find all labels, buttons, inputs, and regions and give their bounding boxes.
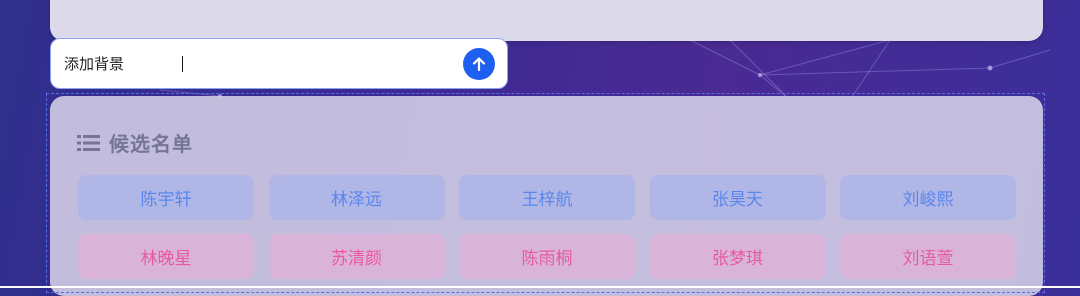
send-button[interactable] (463, 48, 495, 80)
candidate-list-header: 候选名单 (77, 128, 193, 157)
background-input-box[interactable] (50, 38, 508, 89)
list-icon (77, 134, 100, 151)
candidate-chip-male[interactable]: 张昊天 (649, 175, 826, 220)
candidate-chip-female[interactable]: 张梦琪 (649, 234, 826, 279)
candidate-chip-female[interactable]: 苏清颜 (268, 234, 445, 279)
candidate-list-panel: 候选名单 陈宇轩 林泽远 王梓航 张昊天 刘峻熙 林晚星 苏清颜 陈雨桐 张梦琪… (50, 96, 1043, 296)
candidate-list-title: 候选名单 (109, 132, 193, 156)
candidate-grid: 陈宇轩 林泽远 王梓航 张昊天 刘峻熙 林晚星 苏清颜 陈雨桐 张梦琪 刘语萱 (78, 175, 1016, 279)
candidate-chip-male[interactable]: 林泽远 (268, 175, 445, 220)
candidate-chip-female[interactable]: 刘语萱 (840, 234, 1016, 279)
top-panel (50, 0, 1043, 41)
background-input[interactable] (64, 54, 444, 73)
candidate-chip-female[interactable]: 林晚星 (78, 234, 254, 279)
candidate-chip-male[interactable]: 王梓航 (459, 175, 635, 220)
candidate-chip-male[interactable]: 陈宇轩 (78, 175, 254, 220)
arrow-up-icon (472, 57, 486, 72)
candidate-chip-male[interactable]: 刘峻熙 (840, 175, 1016, 220)
text-caret (182, 56, 183, 72)
candidate-chip-female[interactable]: 陈雨桐 (459, 234, 635, 279)
